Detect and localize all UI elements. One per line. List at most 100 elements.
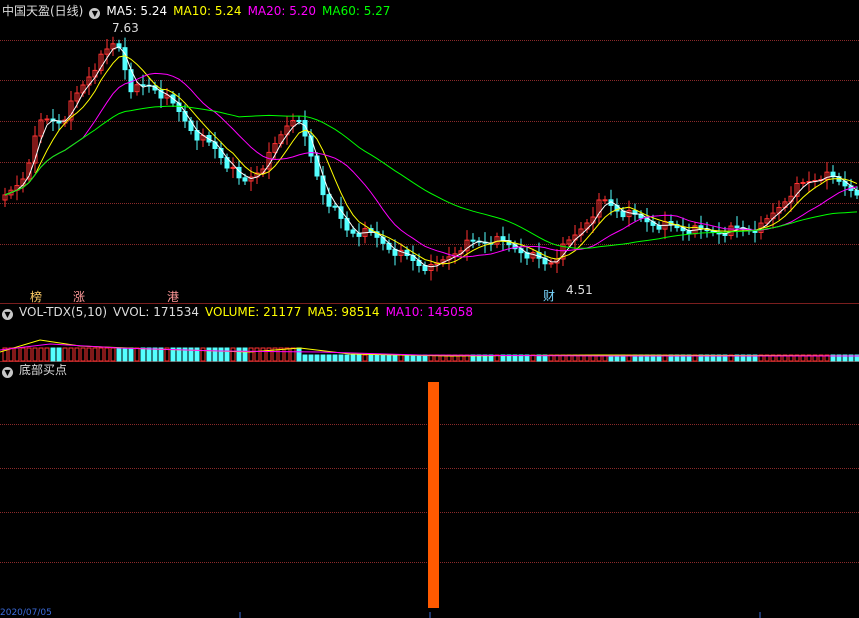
volume-bar bbox=[50, 347, 56, 362]
candle-body bbox=[176, 102, 182, 112]
volume-bar bbox=[38, 347, 44, 362]
volume-bar bbox=[14, 347, 20, 362]
volume-label: VOLUME: 21177 bbox=[205, 305, 302, 319]
event-marker[interactable]: 港 bbox=[167, 290, 179, 304]
collapse-icon[interactable]: ▼ bbox=[89, 8, 101, 19]
high-price-label: 7.63 bbox=[112, 21, 139, 35]
volume-bar bbox=[374, 354, 380, 362]
candle-body bbox=[326, 194, 332, 207]
volume-bar bbox=[80, 347, 86, 362]
volume-bar bbox=[20, 347, 26, 362]
volume-bar bbox=[248, 347, 254, 362]
volume-bar bbox=[404, 354, 410, 362]
date-axis-label: 2020/07/05 bbox=[0, 608, 52, 618]
candle-body bbox=[602, 199, 608, 202]
volume-legend: ▼ VOL-TDX(5,10) VVOL: 171534 VOLUME: 21177 M… bbox=[2, 304, 479, 320]
volume-bar bbox=[56, 347, 62, 362]
volume-bar bbox=[308, 354, 314, 362]
volume-bar bbox=[8, 347, 14, 362]
candle-body bbox=[734, 225, 740, 229]
volume-bar bbox=[230, 347, 236, 362]
volume-bar bbox=[284, 347, 290, 362]
volume-bar bbox=[326, 354, 332, 362]
volume-bar bbox=[134, 347, 140, 362]
volume-bar bbox=[146, 347, 152, 362]
candle-body bbox=[548, 262, 554, 265]
candle-body bbox=[230, 166, 236, 169]
indicator-title: 底部买点 bbox=[19, 363, 68, 377]
stock-title: 中国天盈(日线) bbox=[2, 4, 84, 18]
volume-bar bbox=[380, 354, 386, 362]
candle-body bbox=[242, 177, 248, 182]
volume-bar bbox=[218, 347, 224, 362]
volume-bar bbox=[140, 347, 146, 362]
volume-bar bbox=[320, 354, 326, 362]
candle-body bbox=[44, 118, 50, 121]
volume-bar bbox=[290, 347, 296, 362]
vol-ma10-label: MA10: 145058 bbox=[385, 305, 474, 319]
candle-body bbox=[470, 239, 476, 242]
volume-bar bbox=[74, 347, 80, 362]
volume-bar bbox=[344, 354, 350, 362]
volume-bar bbox=[260, 347, 266, 362]
volume-bar bbox=[386, 354, 392, 362]
ma5-label: MA5: 5.24 bbox=[106, 4, 168, 18]
indicator-panel[interactable]: ▼ 底部买点 2020/07/05 bbox=[0, 362, 859, 618]
volume-bar bbox=[242, 347, 248, 362]
volume-bar bbox=[314, 354, 320, 362]
volume-bar bbox=[86, 347, 92, 362]
volume-bar bbox=[62, 347, 68, 362]
volume-bar bbox=[338, 354, 344, 362]
event-marker[interactable]: 涨 bbox=[73, 290, 85, 304]
price-panel[interactable]: 中国天盈(日线) ▼ MA5: 5.24 MA10: 5.24 MA20: 5.20 MA… bbox=[0, 0, 859, 304]
candle-body bbox=[332, 205, 338, 208]
volume-bar bbox=[104, 347, 110, 362]
volume-bar bbox=[206, 347, 212, 362]
event-marker[interactable]: 榜 bbox=[30, 290, 42, 304]
volume-bar bbox=[332, 354, 338, 362]
candle-body bbox=[182, 111, 188, 122]
volume-bar bbox=[362, 354, 368, 362]
volume-bar bbox=[350, 354, 356, 362]
volume-bar bbox=[410, 354, 416, 362]
volume-bar bbox=[44, 347, 50, 362]
price-legend: 中国天盈(日线) ▼ MA5: 5.24 MA10: 5.24 MA20: 5.20 MA… bbox=[2, 3, 396, 19]
buy-signal-bar bbox=[428, 382, 439, 608]
candle-body bbox=[800, 182, 806, 184]
volume-bar bbox=[368, 354, 374, 362]
indicator-legend: ▼ 底部买点 bbox=[2, 362, 73, 378]
volume-bar bbox=[398, 354, 404, 362]
volume-bar bbox=[26, 347, 32, 362]
volume-bar bbox=[212, 347, 218, 362]
collapse-icon[interactable]: ▼ bbox=[2, 367, 13, 378]
volume-bar bbox=[236, 347, 242, 362]
candle-body bbox=[296, 120, 302, 122]
volume-bar bbox=[68, 347, 74, 362]
event-marker[interactable]: 财 bbox=[543, 289, 555, 303]
volume-bar bbox=[152, 347, 158, 362]
vol-ma5-label: MA5: 98514 bbox=[307, 305, 380, 319]
volume-panel[interactable]: ▼ VOL-TDX(5,10) VVOL: 171534 VOLUME: 21177 M… bbox=[0, 304, 859, 362]
volume-bar bbox=[98, 347, 104, 362]
volume-bar bbox=[224, 347, 230, 362]
volume-bar bbox=[392, 354, 398, 362]
low-price-label: 4.51 bbox=[566, 283, 593, 297]
candle-body bbox=[656, 224, 662, 230]
volume-indicator-name: VOL-TDX(5,10) bbox=[19, 305, 108, 319]
candle-body bbox=[350, 229, 356, 234]
volume-bar bbox=[302, 354, 308, 362]
volume-bar bbox=[32, 347, 38, 362]
candle-body bbox=[854, 189, 859, 196]
volume-bar bbox=[122, 347, 128, 362]
ma20-label: MA20: 5.20 bbox=[247, 4, 316, 18]
candlestick-chart[interactable] bbox=[0, 0, 859, 304]
volume-bar bbox=[116, 347, 122, 362]
collapse-icon[interactable]: ▼ bbox=[2, 309, 13, 320]
ma60-label: MA60: 5.27 bbox=[322, 4, 391, 18]
ma10-label: MA10: 5.24 bbox=[173, 4, 242, 18]
indicator-chart[interactable] bbox=[0, 362, 859, 618]
volume-bar bbox=[158, 347, 164, 362]
volume-bar bbox=[128, 347, 134, 362]
volume-bar bbox=[356, 354, 362, 362]
volume-bar bbox=[296, 347, 302, 362]
